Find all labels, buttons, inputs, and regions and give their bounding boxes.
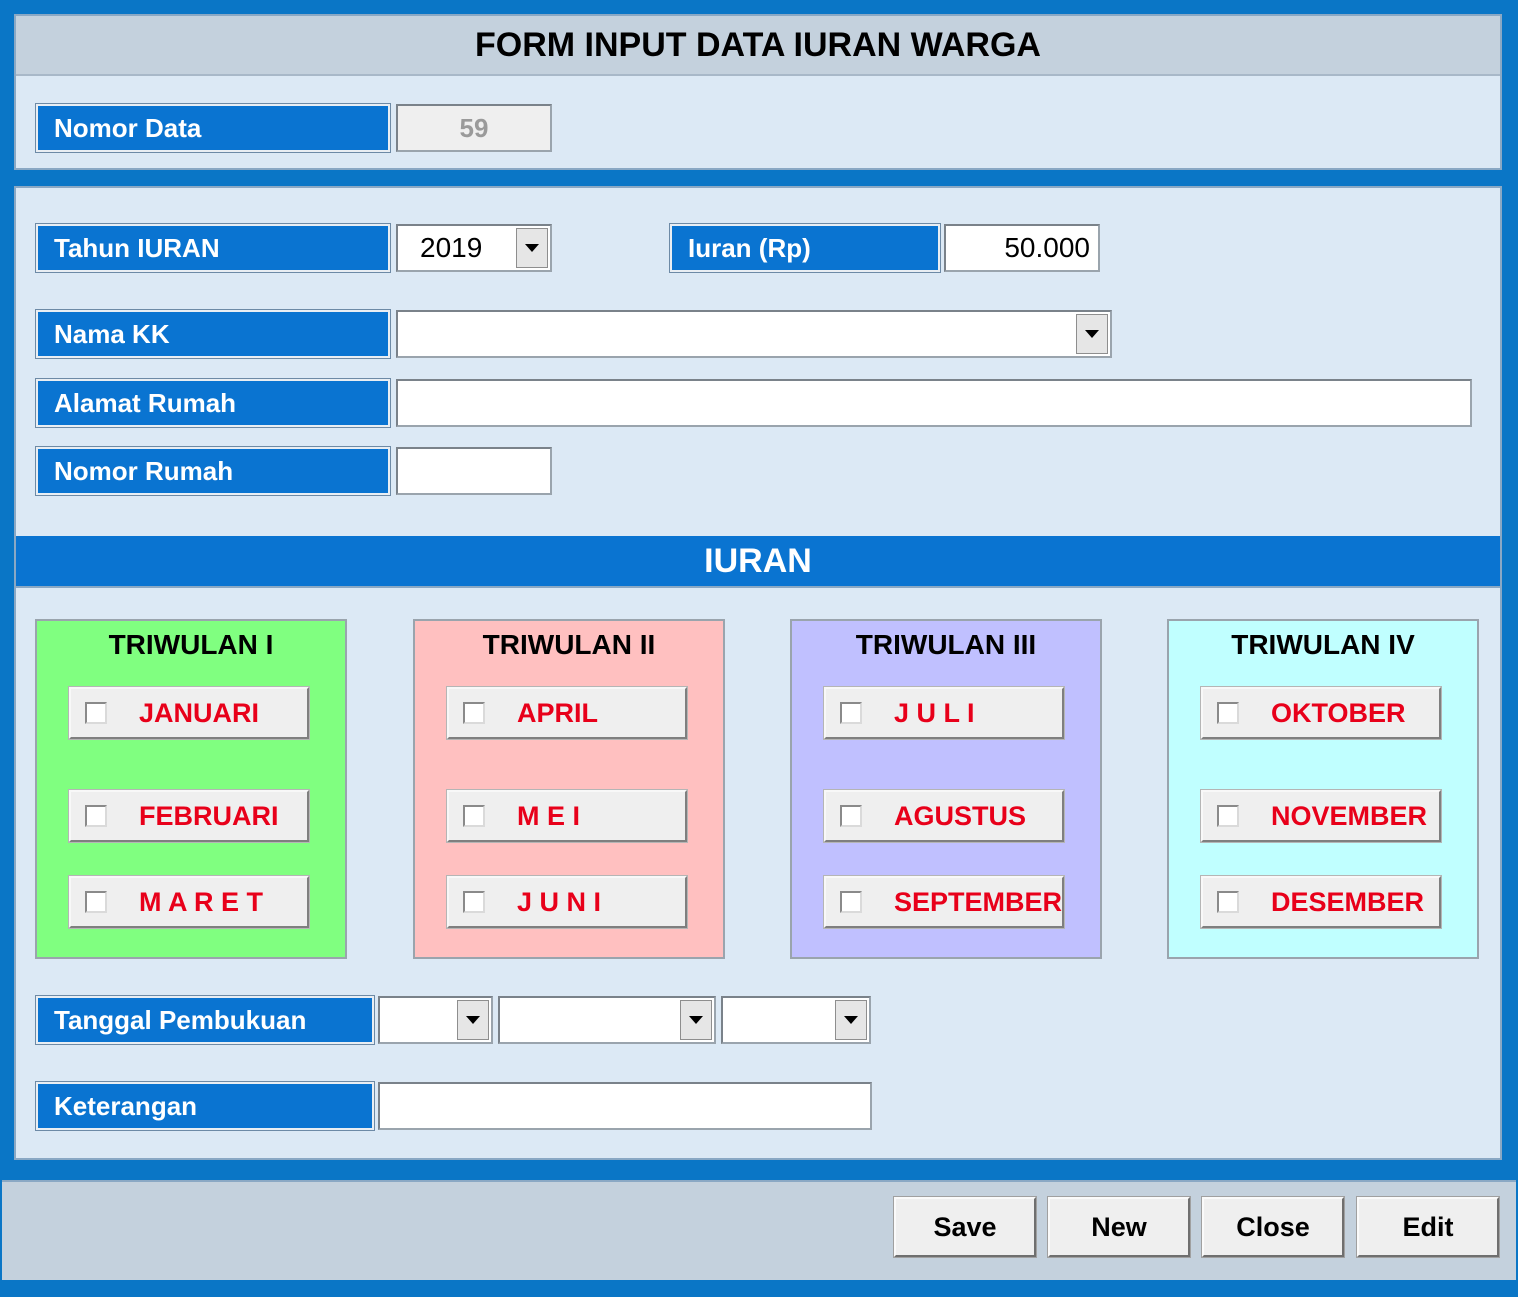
month-label: M A R E T — [139, 886, 263, 917]
month-label: J U N I — [517, 886, 602, 917]
checkbox-icon[interactable] — [463, 805, 485, 827]
tahun-iuran-dropdown-button[interactable] — [516, 228, 548, 268]
checkbox-icon[interactable] — [85, 805, 107, 827]
checkbox-icon[interactable] — [463, 891, 485, 913]
form-title: FORM INPUT DATA IURAN WARGA — [16, 16, 1500, 76]
month-checkbox-juni[interactable]: J U N I — [446, 875, 688, 929]
iuran-rp-field[interactable]: 50.000 — [944, 224, 1100, 272]
checkbox-icon[interactable] — [840, 702, 862, 724]
quarter-panel-4: TRIWULAN IV OKTOBER NOVEMBER DESEMBER — [1167, 619, 1479, 959]
keterangan-label: Keterangan — [35, 1081, 375, 1131]
month-checkbox-mei[interactable]: M E I — [446, 789, 688, 843]
month-checkbox-agustus[interactable]: AGUSTUS — [823, 789, 1065, 843]
close-button[interactable]: Close — [1201, 1196, 1345, 1258]
quarter-title: TRIWULAN II — [482, 629, 656, 660]
tahun-iuran-label: Tahun IURAN — [35, 223, 391, 273]
save-button[interactable]: Save — [893, 1196, 1037, 1258]
month-label: J U L I — [894, 697, 975, 728]
checkbox-icon[interactable] — [840, 805, 862, 827]
month-checkbox-november[interactable]: NOVEMBER — [1200, 789, 1442, 843]
month-checkbox-april[interactable]: APRIL — [446, 686, 688, 740]
month-checkbox-januari[interactable]: JANUARI — [68, 686, 310, 740]
month-label: APRIL — [517, 697, 598, 728]
month-checkbox-oktober[interactable]: OKTOBER — [1200, 686, 1442, 740]
checkbox-icon[interactable] — [85, 891, 107, 913]
nama-kk-select[interactable] — [396, 310, 1112, 358]
month-checkbox-februari[interactable]: FEBRUARI — [68, 789, 310, 843]
alamat-rumah-field[interactable] — [396, 379, 1472, 427]
checkbox-icon[interactable] — [85, 702, 107, 724]
quarter-panel-3: TRIWULAN III J U L I AGUSTUS SEPTEMBER — [790, 619, 1102, 959]
chevron-down-icon — [844, 1016, 858, 1024]
checkbox-icon[interactable] — [1217, 891, 1239, 913]
quarter-title: TRIWULAN III — [855, 629, 1037, 660]
iuran-rp-label: Iuran (Rp) — [669, 223, 941, 273]
month-label: SEPTEMBER — [893, 886, 1062, 917]
checkbox-icon[interactable] — [1217, 805, 1239, 827]
chevron-down-icon — [689, 1016, 703, 1024]
month-label: NOVEMBER — [1271, 800, 1428, 831]
month-label: AGUSTUS — [894, 800, 1027, 831]
month-label: OKTOBER — [1271, 697, 1406, 728]
iuran-section-title: IURAN — [16, 536, 1500, 588]
nomor-rumah-label: Nomor Rumah — [35, 446, 391, 496]
month-checkbox-desember[interactable]: DESEMBER — [1200, 875, 1442, 929]
quarter-title: TRIWULAN IV — [1231, 629, 1415, 660]
tanggal-month-dropdown-button[interactable] — [680, 1000, 712, 1040]
tanggal-year-select[interactable] — [721, 996, 871, 1044]
new-button[interactable]: New — [1047, 1196, 1191, 1258]
month-checkbox-september[interactable]: SEPTEMBER — [823, 875, 1065, 929]
month-label: DESEMBER — [1271, 886, 1425, 917]
checkbox-icon[interactable] — [840, 891, 862, 913]
chevron-down-icon — [466, 1016, 480, 1024]
nomor-data-field: 59 — [396, 104, 552, 152]
chevron-down-icon — [525, 244, 539, 252]
tanggal-pembukuan-label: Tanggal Pembukuan — [35, 995, 375, 1045]
quarter-title: TRIWULAN I — [108, 629, 274, 660]
month-checkbox-maret[interactable]: M A R E T — [68, 875, 310, 929]
quarter-panel-2: TRIWULAN II APRIL M E I J U N I — [413, 619, 725, 959]
chevron-down-icon — [1085, 330, 1099, 338]
alamat-rumah-label: Alamat Rumah — [35, 378, 391, 428]
quarter-panel-1: TRIWULAN I JANUARI FEBRUARI M A R E T — [35, 619, 347, 959]
month-label: M E I — [517, 800, 581, 831]
month-checkbox-juli[interactable]: J U L I — [823, 686, 1065, 740]
tahun-iuran-select[interactable]: 2019 — [396, 224, 552, 272]
tanggal-day-dropdown-button[interactable] — [457, 1000, 489, 1040]
tanggal-year-dropdown-button[interactable] — [835, 1000, 867, 1040]
checkbox-icon[interactable] — [463, 702, 485, 724]
tanggal-month-select[interactable] — [498, 996, 716, 1044]
month-label: JANUARI — [139, 697, 260, 728]
tahun-iuran-value: 2019 — [420, 232, 483, 263]
nama-kk-dropdown-button[interactable] — [1076, 314, 1108, 354]
edit-button[interactable]: Edit — [1356, 1196, 1500, 1258]
tanggal-day-select[interactable] — [378, 996, 493, 1044]
nama-kk-label: Nama KK — [35, 309, 391, 359]
nomor-rumah-field[interactable] — [396, 447, 552, 495]
keterangan-field[interactable] — [378, 1082, 872, 1130]
checkbox-icon[interactable] — [1217, 702, 1239, 724]
nomor-data-label: Nomor Data — [35, 103, 391, 153]
month-label: FEBRUARI — [139, 800, 279, 831]
